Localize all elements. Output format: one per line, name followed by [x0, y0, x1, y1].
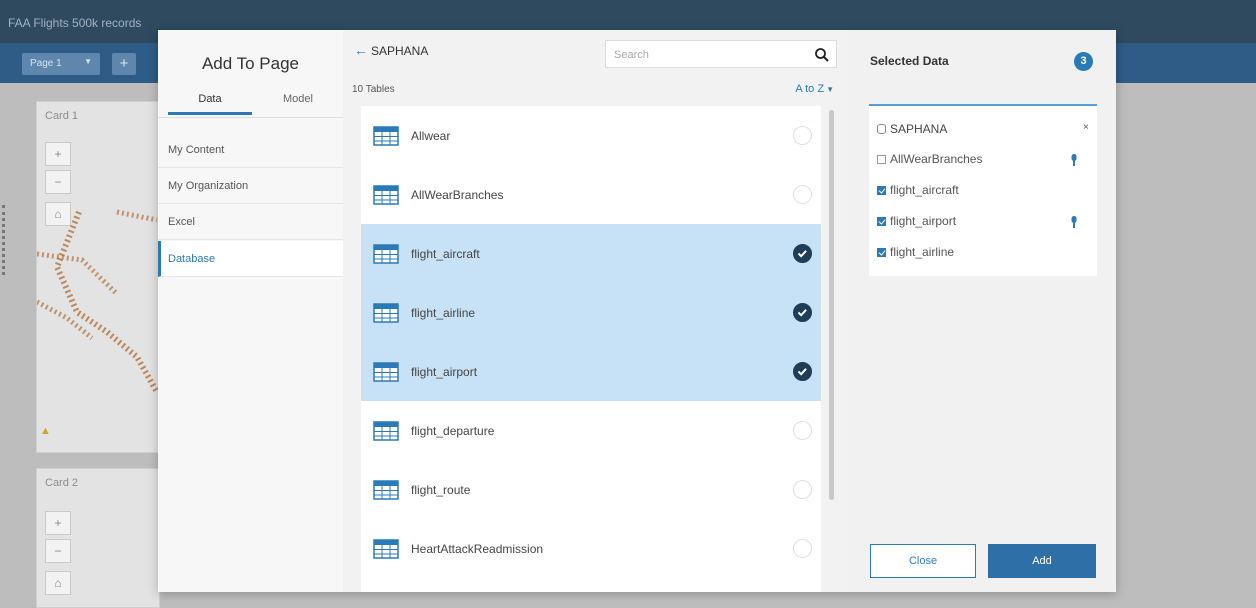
table-name: HeartAttackReadmission [411, 542, 544, 556]
drag-handle[interactable] [2, 205, 5, 275]
chevron-down-icon: ▼ [84, 57, 92, 66]
close-button[interactable]: Close [870, 544, 976, 578]
key-icon [1071, 154, 1077, 166]
back-button[interactable]: ← SAPHANA [354, 42, 428, 58]
table-name: flight_departure [411, 424, 495, 438]
zoom-in-button[interactable]: + [45, 511, 71, 535]
table-name: AllWearBranches [411, 188, 504, 202]
add-to-page-dialog: Add To Page Data Model My Content My Org… [158, 30, 1116, 592]
selected-count-badge: 3 [1074, 52, 1093, 71]
table-count: 10 Tables [352, 84, 395, 95]
row-checkbox[interactable] [793, 303, 812, 322]
search-icon[interactable] [814, 47, 830, 63]
scrollbar-thumb[interactable] [829, 110, 834, 500]
card-1: Card 1 + − ⌂ ▲ [36, 101, 160, 453]
table-icon [373, 244, 399, 264]
checkbox[interactable] [877, 217, 886, 226]
selected-table-label: flight_aircraft [890, 183, 959, 197]
table-icon [373, 185, 399, 205]
nav-item-my-content[interactable]: My Content [158, 132, 343, 168]
table-row[interactable]: AllWearBranches [361, 165, 821, 224]
home-button[interactable]: ⌂ [45, 571, 71, 595]
checkbox[interactable] [877, 186, 886, 195]
divider [158, 117, 343, 118]
table-name: Allwear [411, 129, 451, 143]
selected-table-item[interactable]: flight_airline [877, 245, 954, 261]
table-list: Allwear AllWearBranches flight_aircraft … [361, 106, 821, 592]
table-icon [373, 303, 399, 323]
sort-label: A to Z [795, 83, 825, 95]
selected-database: SAPHANA [877, 122, 947, 136]
zoom-out-button[interactable]: − [45, 539, 71, 563]
table-name: flight_aircraft [411, 247, 480, 261]
dialog-title: Add To Page [201, 54, 300, 73]
warning-icon: ▲ [40, 425, 51, 437]
selected-source-card: SAPHANA × AllWearBranches flight_aircraf… [869, 104, 1097, 276]
row-checkbox[interactable] [793, 185, 812, 204]
selected-table-label: flight_airline [890, 245, 955, 259]
table-icon [373, 421, 399, 441]
table-browser: ←SAPHANA 10 Tables A to Z▼ Allwear AllWe… [343, 30, 848, 592]
row-checkbox[interactable] [793, 480, 812, 499]
database-name: SAPHANA [371, 44, 429, 58]
table-row[interactable]: flight_airline [361, 283, 821, 342]
table-name: flight_route [411, 483, 471, 497]
table-row[interactable]: flight_route [361, 460, 821, 519]
arrow-left-icon: ← [354, 42, 368, 58]
nav-item-my-organization[interactable]: My Organization [158, 168, 343, 204]
search-input[interactable] [614, 47, 804, 63]
chevron-down-icon: ▼ [826, 85, 834, 94]
checkbox[interactable] [877, 248, 886, 257]
tab-model[interactable]: Model [262, 93, 334, 115]
page-tab-label: Page 1 [30, 58, 62, 69]
map-points [37, 209, 160, 394]
table-icon [373, 362, 399, 382]
source-nav: Add To Page Data Model My Content My Org… [158, 30, 343, 592]
card-2: Card 2 + − ⌂ [36, 468, 160, 608]
table-name: flight_airport [411, 365, 478, 379]
table-icon [373, 480, 399, 500]
row-checkbox[interactable] [793, 421, 812, 440]
table-row[interactable]: flight_aircraft [361, 224, 821, 283]
row-checkbox[interactable] [793, 126, 812, 145]
database-icon [877, 124, 886, 134]
tab-data[interactable]: Data [168, 93, 252, 115]
table-row[interactable]: Allwear [361, 106, 821, 165]
selected-table-label: flight_airport [890, 214, 957, 228]
row-checkbox[interactable] [793, 244, 812, 263]
selected-data-title: Selected Data [870, 54, 949, 68]
row-checkbox[interactable] [793, 539, 812, 558]
table-icon [373, 126, 399, 146]
table-row[interactable]: flight_departure [361, 401, 821, 460]
table-row[interactable]: flight_airport [361, 342, 821, 401]
selected-table-item[interactable]: AllWearBranches [877, 152, 982, 168]
selected-table-label: AllWearBranches [890, 152, 983, 166]
selected-table-item[interactable]: flight_aircraft [877, 183, 959, 199]
selected-database-label: SAPHANA [890, 122, 948, 136]
nav-item-excel[interactable]: Excel [158, 204, 343, 240]
page-tab[interactable]: Page 1 ▼ [22, 53, 100, 75]
selected-data-panel: Selected Data 3 SAPHANA × AllWearBranche… [848, 30, 1116, 592]
app-title: FAA Flights 500k records [8, 16, 142, 30]
table-row[interactable]: HeartAttackReadmission [361, 519, 821, 578]
row-checkbox[interactable] [793, 362, 812, 381]
table-name: flight_airline [411, 306, 476, 320]
selected-table-item[interactable]: flight_airport [877, 214, 956, 230]
card-title: Card 2 [45, 477, 79, 489]
nav-item-database[interactable]: Database [158, 241, 343, 277]
add-page-button[interactable]: + [112, 53, 136, 75]
list-scrollbar[interactable] [827, 106, 835, 592]
search-box [605, 40, 837, 68]
add-button[interactable]: Add [988, 544, 1096, 578]
key-icon [1071, 216, 1077, 228]
checkbox[interactable] [877, 155, 886, 164]
remove-source-button[interactable]: × [1083, 122, 1089, 133]
card-title: Card 1 [45, 110, 79, 122]
sort-dropdown[interactable]: A to Z ▼ [795, 83, 834, 95]
table-icon [373, 539, 399, 559]
